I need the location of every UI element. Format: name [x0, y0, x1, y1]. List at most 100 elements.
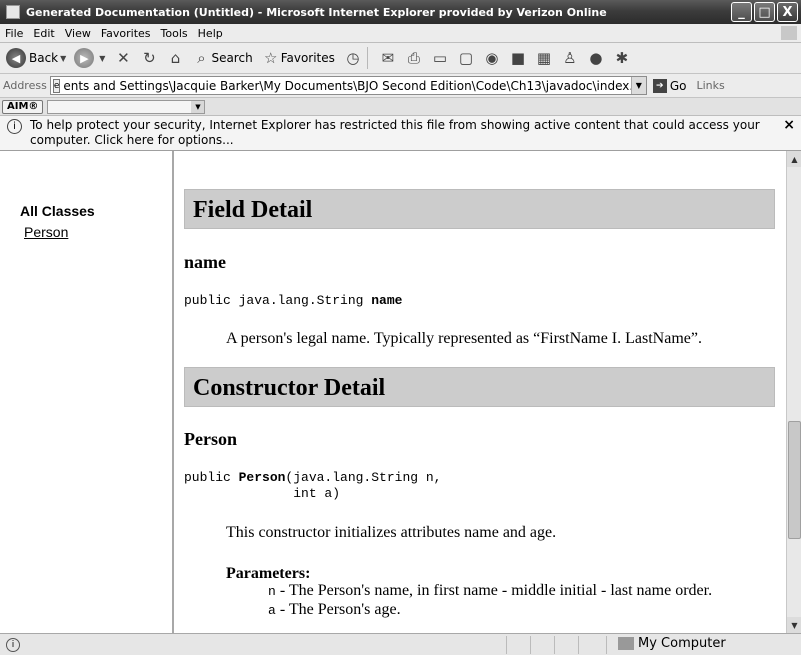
address-value[interactable]: ents and Settings\Jacquie Barker\My Docu…	[63, 79, 645, 93]
favorites-button[interactable]: ☆ Favorites	[259, 45, 337, 71]
param-description: - The Person's age.	[275, 601, 401, 618]
param-name: n	[268, 584, 276, 599]
infobar-message[interactable]: To help protect your security, Internet …	[30, 118, 760, 147]
field-signature: public java.lang.String name	[184, 293, 402, 308]
field-signature-prefix: public java.lang.String	[184, 293, 372, 308]
classes-frame: All Classes Person	[0, 151, 174, 633]
back-label: Back	[29, 51, 59, 65]
constructor-sig-rest: (java.lang.String n,	[285, 470, 442, 485]
go-arrow-icon: ➔	[652, 78, 667, 93]
aim-dropdown-icon[interactable]: ▼	[191, 100, 205, 113]
address-label: Address	[3, 79, 47, 92]
status-pane	[530, 635, 531, 654]
documentation-frame: Field Detail name public java.lang.Strin…	[174, 151, 786, 633]
constructor-signature-line2: int a)	[184, 486, 341, 501]
scroll-thumb[interactable]	[788, 421, 801, 539]
constructor-detail-header: Constructor Detail	[184, 367, 775, 407]
history-icon[interactable]: ◷	[343, 48, 363, 68]
constructor-signature-line1: public Person(java.lang.String n,	[184, 470, 441, 485]
stop-icon[interactable]: ✕	[113, 48, 133, 68]
status-pane	[506, 635, 507, 654]
all-classes-heading: All Classes	[20, 203, 95, 219]
constructor-name-heading: Person	[184, 429, 237, 449]
aim-button[interactable]: AIM®	[2, 99, 44, 114]
computer-icon	[618, 637, 634, 650]
back-button[interactable]: ◀ Back ▼	[4, 45, 68, 71]
window-title: Generated Documentation (Untitled) - Mic…	[26, 5, 607, 19]
forward-arrow-icon: ▶	[74, 48, 95, 68]
menu-file[interactable]: File	[0, 27, 28, 40]
status-bar: i My Computer	[0, 633, 801, 655]
menu-favorites[interactable]: Favorites	[96, 27, 156, 40]
maximize-button[interactable]: □	[754, 2, 775, 22]
status-info-icon: i	[6, 637, 20, 652]
vertical-scrollbar[interactable]: ▲ ▼	[786, 151, 801, 633]
ie-page-icon	[6, 5, 20, 19]
search-icon: ⌕	[197, 49, 206, 67]
status-pane	[578, 635, 579, 654]
field-description: A person's legal name. Typically represe…	[226, 330, 702, 347]
edit-icon[interactable]: ▭	[430, 48, 450, 68]
favorites-label: Favorites	[280, 51, 335, 65]
aim-label: AIM®	[7, 101, 39, 112]
close-window-button[interactable]: X	[777, 2, 798, 22]
research-icon[interactable]: ◉	[482, 48, 502, 68]
back-dropdown-icon[interactable]: ▼	[60, 54, 66, 63]
menu-tools[interactable]: Tools	[156, 27, 193, 40]
close-infobar-icon[interactable]: ×	[783, 118, 795, 133]
address-input[interactable]: e ents and Settings\Jacquie Barker\My Do…	[49, 76, 647, 95]
toolbar-separator	[366, 47, 368, 69]
field-detail-header: Field Detail	[184, 189, 775, 229]
refresh-icon[interactable]: ↻	[139, 48, 159, 68]
print-icon[interactable]: ⎙	[404, 48, 424, 68]
favorites-star-icon: ☆	[263, 49, 278, 67]
standard-toolbar: ◀ Back ▼ ▶ ▼ ✕ ↻ ⌂ ⌕ Search ☆ Favorites …	[0, 43, 801, 74]
constructor-sig-name: Person	[238, 470, 286, 485]
title-bar: Generated Documentation (Untitled) - Mic…	[0, 0, 801, 24]
field-signature-name: name	[371, 293, 403, 308]
bookmark-icon[interactable]: ▦	[534, 48, 554, 68]
address-dropdown-icon[interactable]: ▼	[630, 77, 646, 94]
chat-icon[interactable]: ●	[586, 48, 606, 68]
status-pane	[606, 635, 607, 654]
constructor-sig-prefix: public	[184, 470, 239, 485]
discuss-icon[interactable]: ▢	[456, 48, 476, 68]
mail-icon[interactable]: ✉	[378, 48, 398, 68]
param-name: a	[268, 603, 276, 618]
menu-view[interactable]: View	[60, 27, 96, 40]
windows-flag-icon	[781, 26, 797, 40]
menu-bar: File Edit View Favorites Tools Help	[0, 24, 801, 43]
param-row: a - The Person's age.	[268, 601, 401, 619]
aim-toolbar: AIM® ▼	[0, 98, 801, 116]
security-information-bar[interactable]: i To help protect your security, Interne…	[0, 116, 801, 151]
param-row: n - The Person's name, in first name - m…	[268, 582, 712, 600]
search-label: Search	[211, 51, 253, 65]
aim-buddy-icon[interactable]: ♙	[560, 48, 580, 68]
forward-button[interactable]: ▶ ▼	[72, 45, 107, 71]
go-button[interactable]: ➔ Go	[652, 78, 687, 93]
shield-icon: i	[7, 119, 22, 134]
scroll-up-icon[interactable]: ▲	[787, 151, 801, 167]
aim-search-field[interactable]: ▼	[47, 99, 206, 114]
links-button[interactable]: Links	[696, 79, 724, 92]
security-zone: My Computer	[618, 636, 726, 651]
constructor-description: This constructor initializes attributes …	[226, 524, 557, 541]
go-label: Go	[669, 78, 687, 93]
status-pane	[554, 635, 555, 654]
back-arrow-icon: ◀	[6, 48, 26, 68]
field-name-heading: name	[184, 252, 226, 272]
parameters-label: Parameters:	[226, 565, 311, 582]
minimize-button[interactable]: _	[731, 2, 752, 22]
search-button[interactable]: ⌕ Search	[189, 45, 254, 71]
home-icon[interactable]: ⌂	[165, 48, 185, 68]
menu-edit[interactable]: Edit	[28, 27, 59, 40]
address-bar: Address e ents and Settings\Jacquie Bark…	[0, 74, 801, 98]
messenger-icon[interactable]: ■	[508, 48, 528, 68]
class-link-person[interactable]: Person	[24, 224, 68, 240]
page-icon: e	[52, 78, 61, 93]
param-description: - The Person's name, in first name - mid…	[275, 582, 713, 599]
forward-dropdown-icon[interactable]: ▼	[99, 54, 105, 63]
scroll-down-icon[interactable]: ▼	[787, 617, 801, 633]
menu-help[interactable]: Help	[193, 27, 228, 40]
plugin-icon[interactable]: ✱	[612, 48, 632, 68]
